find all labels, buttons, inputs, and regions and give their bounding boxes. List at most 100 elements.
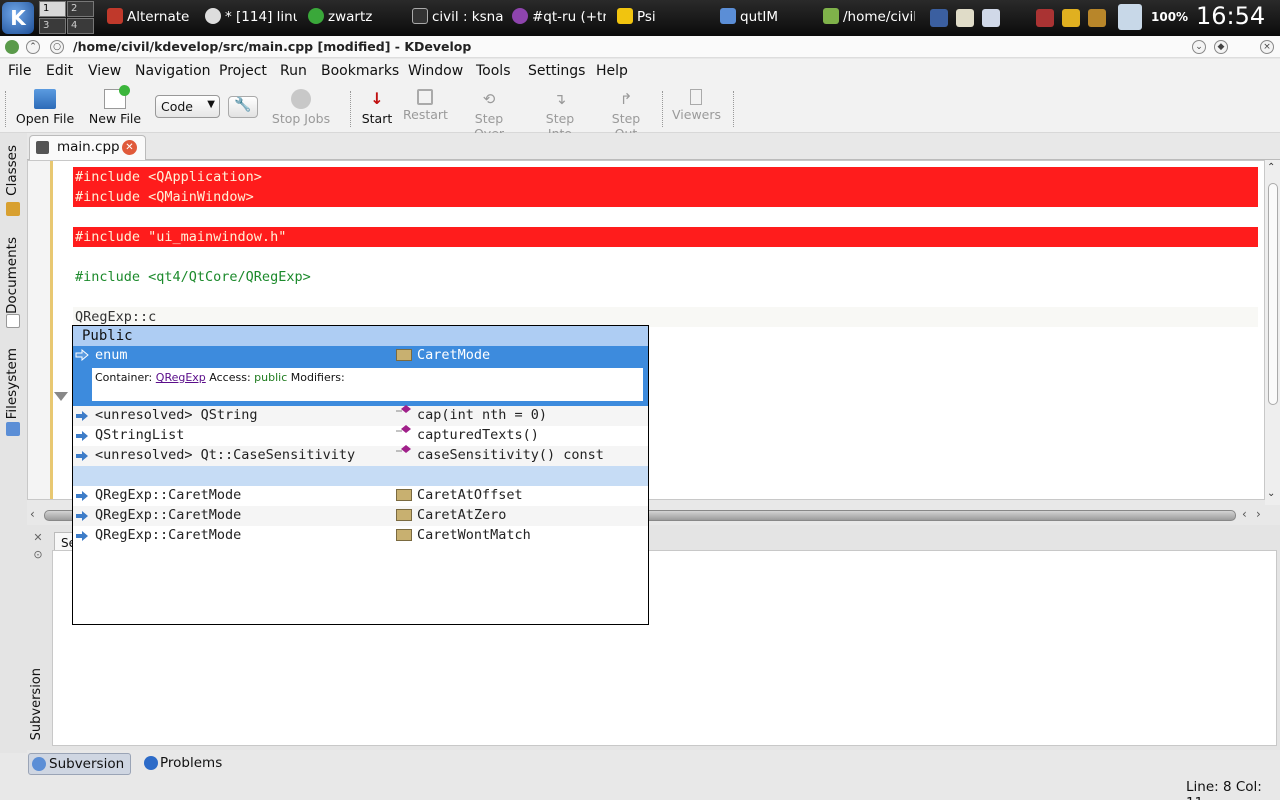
taskbar-task-zwartz[interactable]: zwartz [308,5,390,29]
taskbar-task-chat[interactable]: * [114] linu [205,5,297,29]
desktop-2[interactable]: 2 [67,1,94,17]
restart-icon [417,89,433,105]
window-menu-icon[interactable]: ⌃ [26,40,40,54]
taskbar-task-terminal[interactable]: civil : ksna [412,5,503,29]
documents-icon[interactable] [6,314,20,328]
taskbar-task-qutim[interactable]: qutIM [720,5,810,29]
new-file-button[interactable]: New File [87,85,143,129]
close-panel-icon[interactable]: ✕ [32,532,44,544]
psi-star-icon [617,8,633,24]
minimize-button[interactable]: ⌄ [1192,40,1206,54]
update-notifier-icon[interactable] [1088,9,1106,27]
keep-above-icon[interactable]: ○ [50,40,64,54]
menu-bookmarks[interactable]: Bookmarks [321,63,399,79]
taskbar-task-alternate[interactable]: Alternate [107,5,191,29]
clipboard-icon[interactable] [956,9,974,27]
viewers-icon [690,89,702,105]
code-line: #include <qt4/QtCore/QRegExp> [75,269,311,285]
desktop-3[interactable]: 3 [39,18,66,34]
dock-tab-classes[interactable]: Classes [4,145,20,196]
arrow-right-icon [75,349,89,361]
code-line: QRegExp::c [75,309,157,325]
scroll-left-icon[interactable]: ‹ [1242,507,1247,521]
computer-icon[interactable] [1118,4,1142,30]
maximize-button[interactable]: ◆ [1214,40,1228,54]
desktop-pager[interactable]: 1 2 3 4 [39,1,95,35]
star-icon[interactable] [1062,9,1080,27]
app-icon[interactable] [5,40,19,54]
menu-window[interactable]: Window [408,63,463,79]
window-title: /home/civil/kdevelop/src/main.cpp [modif… [73,39,472,54]
arrow-right-icon [76,531,88,541]
save-disk-icon [36,141,49,154]
restart-button[interactable]: Restart [403,89,448,129]
wrench-icon: 🔧 [234,97,252,113]
modified-lines-bar [50,161,53,499]
step-into-icon: ↴ [553,90,567,108]
konversation-icon [512,8,528,24]
scroll-right-icon[interactable]: › [1256,507,1261,521]
stop-icon [291,89,311,109]
step-out-button[interactable]: ↱ Step Out [599,89,653,141]
arrow-right-icon [76,431,88,441]
filesystem-icon[interactable] [6,422,20,436]
battery-indicator[interactable]: 100% [1151,10,1188,24]
close-tab-icon[interactable]: ✕ [122,140,137,155]
qutim-icon [720,8,736,24]
completion-name: capturedTexts() [417,427,539,443]
menu-project[interactable]: Project [219,63,267,79]
menu-navigation[interactable]: Navigation [135,63,211,79]
step-over-button[interactable]: ⟲ Step Over [459,89,519,141]
start-button[interactable]: ↓ Start [361,89,393,129]
network-monitor-icon[interactable] [982,9,1000,27]
editor-gutter [28,161,50,499]
enumerator-icon [396,509,412,521]
toolbar-handle[interactable] [5,91,6,127]
chat-bubble-icon [205,8,221,24]
opera-icon [107,8,123,24]
vertical-scroll-thumb[interactable] [1268,183,1278,405]
new-file-icon [104,85,130,109]
close-window-button[interactable]: × [1260,40,1274,54]
scroll-down-icon[interactable]: ⌄ [1267,488,1275,499]
subversion-icon [32,757,46,771]
taskbar-task-psi[interactable]: Psi [617,5,697,29]
menu-file[interactable]: File [8,63,31,79]
clock[interactable]: 16:54 [1196,2,1265,30]
menu-run[interactable]: Run [280,63,307,79]
desktop-4[interactable]: 4 [67,18,94,34]
function-icon [396,425,411,433]
dock-tab-filesystem[interactable]: Filesystem [4,348,20,419]
scroll-up-icon[interactable]: ⌃ [1267,162,1275,173]
desktop-1[interactable]: 1 [39,1,66,17]
tray-app-icon[interactable] [1036,9,1054,27]
code-line: #include <QMainWindow> [75,189,254,205]
menu-view[interactable]: View [88,63,121,79]
menu-settings[interactable]: Settings [528,63,585,79]
completion-type: QRegExp::CaretMode [95,487,242,503]
subversion-panel-label: Subversion [29,668,44,741]
menu-help[interactable]: Help [596,63,628,79]
fold-marker-icon[interactable] [54,392,68,401]
menu-tools[interactable]: Tools [476,63,511,79]
step-into-button[interactable]: ↴ Step Into [533,89,587,141]
working-set-combo[interactable]: Code ▼ [155,95,220,118]
dock-tab-documents[interactable]: Documents [4,237,20,314]
completion-type: <unresolved> Qt::CaseSensitivity [95,447,356,463]
tool-tab-subversion[interactable]: Subversion [28,753,131,775]
keyboard-layout-flag-icon[interactable] [930,9,948,27]
taskbar-task-qt-ru[interactable]: #qt-ru (+tnc [512,5,606,29]
configure-wrench-button[interactable]: 🔧 [228,96,258,118]
open-file-button[interactable]: Open File [15,89,75,129]
terminal-icon [412,8,428,24]
stop-jobs-button[interactable]: Stop Jobs [271,89,331,129]
kde-menu-button[interactable]: K [2,2,34,34]
container-link[interactable]: QRegExp [156,371,206,384]
menu-edit[interactable]: Edit [46,63,73,79]
taskbar-task-kdevelop[interactable]: /home/civil [823,5,915,29]
scroll-left-icon[interactable]: ‹ [30,507,35,521]
panel-float-icon[interactable]: ⊙ [32,549,44,561]
tool-tab-problems[interactable]: Problems [141,753,222,775]
classes-icon[interactable] [6,202,20,216]
viewers-button[interactable]: Viewers [672,89,721,129]
